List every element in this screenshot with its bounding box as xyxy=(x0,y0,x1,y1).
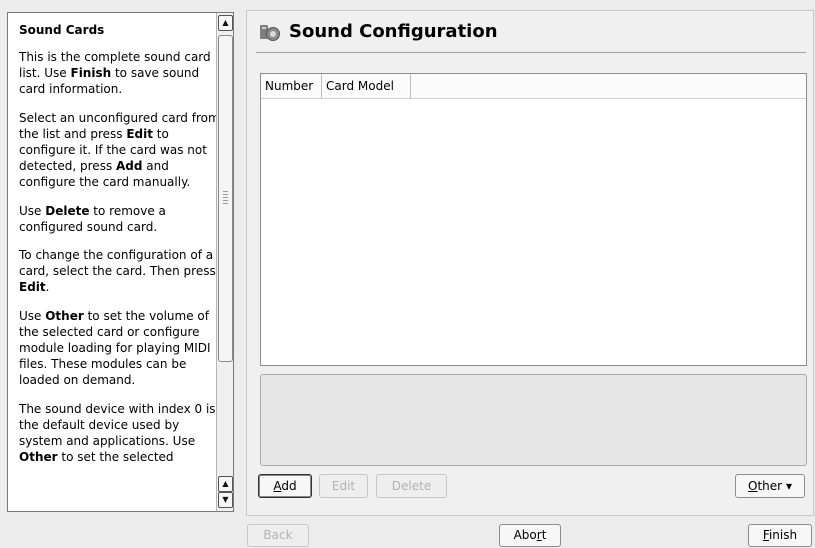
delete-button[interactable]: Delete xyxy=(376,474,447,498)
scroll-down-icon[interactable]: ▼ xyxy=(218,492,233,508)
back-button[interactable]: Back xyxy=(247,524,309,547)
scrollbar-thumb[interactable] xyxy=(218,35,233,362)
help-title: Sound Cards xyxy=(19,23,105,37)
help-paragraph: Select an unconfigured card from the lis… xyxy=(19,110,220,190)
column-header-number[interactable]: Number xyxy=(261,74,322,98)
sound-card-table[interactable]: Number Card Model xyxy=(260,73,807,366)
chevron-down-icon: ▾ xyxy=(785,479,792,493)
help-pane: Sound Cards This is the complete sound c… xyxy=(7,12,234,512)
scroll-up-icon[interactable]: ▲ xyxy=(218,476,233,492)
add-button[interactable]: Add xyxy=(258,474,312,498)
help-paragraph: The sound device with index 0 is the def… xyxy=(19,401,216,465)
help-paragraph: This is the complete sound card list. Us… xyxy=(19,50,211,97)
edit-button[interactable]: Edit xyxy=(319,474,368,498)
sound-config-icon xyxy=(260,25,280,41)
other-menu-button[interactable]: Other ▾ xyxy=(735,474,805,498)
finish-button[interactable]: Finish xyxy=(748,524,812,547)
abort-button[interactable]: Abort xyxy=(499,524,561,547)
table-header: Number Card Model xyxy=(261,74,806,99)
column-header-card-model[interactable]: Card Model xyxy=(322,74,411,98)
help-paragraph: To change the configuration of a card, s… xyxy=(19,248,216,295)
help-paragraph: Use Other to set the volume of the selec… xyxy=(19,308,211,388)
main-pane: Sound Configuration Number Card Model Ad… xyxy=(246,10,814,516)
help-content: Sound Cards This is the complete sound c… xyxy=(8,13,229,477)
card-details-box xyxy=(260,374,807,466)
page-title: Sound Configuration xyxy=(289,21,498,42)
help-paragraph: Use Delete to remove a configured sound … xyxy=(19,203,166,234)
help-scrollbar[interactable]: ▲ ▲ ▼ xyxy=(216,13,233,511)
title-divider xyxy=(256,52,806,53)
scroll-up-icon[interactable]: ▲ xyxy=(218,15,233,31)
